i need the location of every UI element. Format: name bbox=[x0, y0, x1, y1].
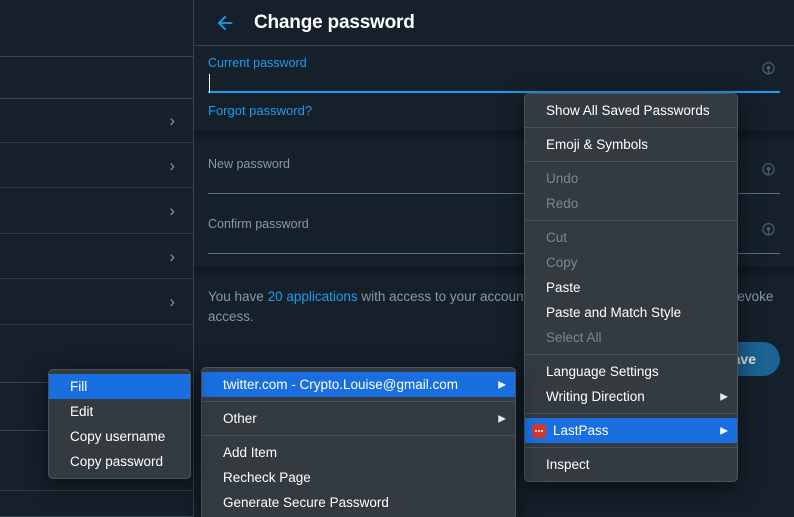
menu-separator bbox=[525, 354, 737, 355]
lastpass-field-icon[interactable] bbox=[759, 221, 778, 240]
menu-item-label: Recheck Page bbox=[223, 470, 311, 485]
menu-item-label: twitter.com - Crypto.Louise@gmail.com bbox=[223, 377, 459, 392]
menu-separator bbox=[525, 220, 737, 221]
menu-item-label: Cut bbox=[546, 230, 568, 245]
sidebar-row[interactable]: › bbox=[0, 234, 193, 279]
menu-item-label: Language Settings bbox=[546, 364, 659, 379]
chevron-right-icon: › bbox=[169, 292, 175, 311]
menu-item-label: Show All Saved Passwords bbox=[546, 103, 710, 118]
menu-item[interactable]: Fill bbox=[49, 374, 190, 399]
current-password-label: Current password bbox=[208, 56, 307, 70]
menu-separator bbox=[525, 127, 737, 128]
menu-item-label: Undo bbox=[546, 171, 579, 186]
menu-separator bbox=[525, 161, 737, 162]
page-header: Change password bbox=[194, 0, 794, 46]
menu-item: Redo bbox=[525, 191, 737, 216]
menu-item-label: Writing Direction bbox=[546, 389, 645, 404]
menu-item-label: Other bbox=[223, 411, 257, 426]
sidebar-row[interactable]: › bbox=[0, 188, 193, 234]
chevron-right-icon: › bbox=[169, 155, 175, 175]
menu-item[interactable]: Paste bbox=[525, 275, 737, 300]
menu-item: Cut bbox=[525, 225, 737, 250]
menu-item[interactable]: Inspect bbox=[525, 452, 737, 477]
lastpass-entry-submenu[interactable]: Fill Edit Copy username Copy password bbox=[48, 369, 191, 479]
text-caret bbox=[209, 74, 210, 93]
menu-separator bbox=[525, 447, 737, 448]
submenu-arrow-icon: ▶ bbox=[498, 413, 506, 424]
menu-item-label: Add Item bbox=[223, 445, 278, 460]
menu-item: Select All bbox=[525, 325, 737, 350]
apps-note-prefix: You have bbox=[208, 289, 268, 304]
menu-item-label: Emoji & Symbols bbox=[546, 137, 649, 152]
menu-item[interactable]: Writing Direction ▶ bbox=[525, 384, 737, 409]
chevron-right-icon: › bbox=[169, 201, 175, 220]
menu-separator bbox=[525, 413, 737, 414]
menu-item[interactable]: Other ▶ bbox=[202, 406, 515, 431]
menu-item-label: Copy password bbox=[70, 454, 164, 469]
menu-item[interactable]: Add Item bbox=[202, 440, 515, 465]
sidebar-row bbox=[0, 0, 193, 57]
menu-item[interactable]: LastPass ▶ bbox=[525, 418, 737, 443]
lastpass-field-icon[interactable] bbox=[759, 59, 778, 78]
submenu-arrow-icon: ▶ bbox=[720, 391, 728, 402]
menu-item-label: Edit bbox=[70, 404, 94, 419]
lastpass-icon bbox=[532, 423, 546, 438]
lastpass-submenu[interactable]: twitter.com - Crypto.Louise@gmail.com ▶ Ot… bbox=[201, 367, 516, 517]
menu-item-label: Fill bbox=[70, 379, 88, 394]
menu-item[interactable]: Recheck Page bbox=[202, 465, 515, 490]
sidebar-row bbox=[0, 491, 193, 517]
current-password-field[interactable]: Current password bbox=[208, 46, 780, 93]
menu-item-label: Generate Secure Password bbox=[223, 495, 389, 510]
apps-count-link[interactable]: 20 applications bbox=[268, 289, 358, 304]
page-title: Change password bbox=[254, 11, 415, 33]
menu-item-label: Paste and Match Style bbox=[546, 305, 682, 320]
sidebar-row[interactable]: › bbox=[0, 279, 193, 325]
menu-item: Copy bbox=[525, 250, 737, 275]
back-arrow-icon[interactable] bbox=[210, 8, 240, 38]
menu-separator bbox=[202, 435, 515, 436]
menu-separator bbox=[202, 401, 515, 402]
menu-item[interactable]: twitter.com - Crypto.Louise@gmail.com ▶ bbox=[202, 372, 515, 397]
menu-item-label: Select All bbox=[546, 330, 602, 345]
chevron-right-icon: › bbox=[169, 246, 175, 266]
sidebar-row bbox=[0, 57, 193, 99]
menu-item-label: Paste bbox=[546, 280, 581, 295]
menu-item-label: LastPass bbox=[553, 423, 609, 438]
menu-item: Undo bbox=[525, 166, 737, 191]
lastpass-field-icon[interactable] bbox=[759, 161, 778, 180]
menu-item[interactable]: Show All Saved Passwords bbox=[525, 98, 737, 123]
menu-item[interactable]: Copy password bbox=[49, 449, 190, 474]
menu-item[interactable]: Edit bbox=[49, 399, 190, 424]
menu-item-label: Inspect bbox=[546, 457, 590, 472]
sidebar-row[interactable]: › bbox=[0, 143, 193, 188]
menu-item-label: Copy bbox=[546, 255, 578, 270]
menu-item[interactable]: Emoji & Symbols bbox=[525, 132, 737, 157]
submenu-arrow-icon: ▶ bbox=[498, 379, 506, 390]
menu-item-label: Copy username bbox=[70, 429, 166, 444]
menu-item[interactable]: Generate Secure Password bbox=[202, 490, 515, 515]
submenu-arrow-icon: ▶ bbox=[720, 425, 728, 436]
menu-item-label: Redo bbox=[546, 196, 579, 211]
menu-item[interactable]: Paste and Match Style bbox=[525, 300, 737, 325]
menu-item[interactable]: Copy username bbox=[49, 424, 190, 449]
chevron-right-icon: › bbox=[169, 111, 175, 130]
sidebar-row[interactable]: › bbox=[0, 99, 193, 143]
menu-item[interactable]: Language Settings bbox=[525, 359, 737, 384]
app-root: ›››››› Change password Current password … bbox=[0, 0, 794, 517]
context-menu[interactable]: Show All Saved Passwords Emoji & Symbols U… bbox=[524, 93, 738, 482]
